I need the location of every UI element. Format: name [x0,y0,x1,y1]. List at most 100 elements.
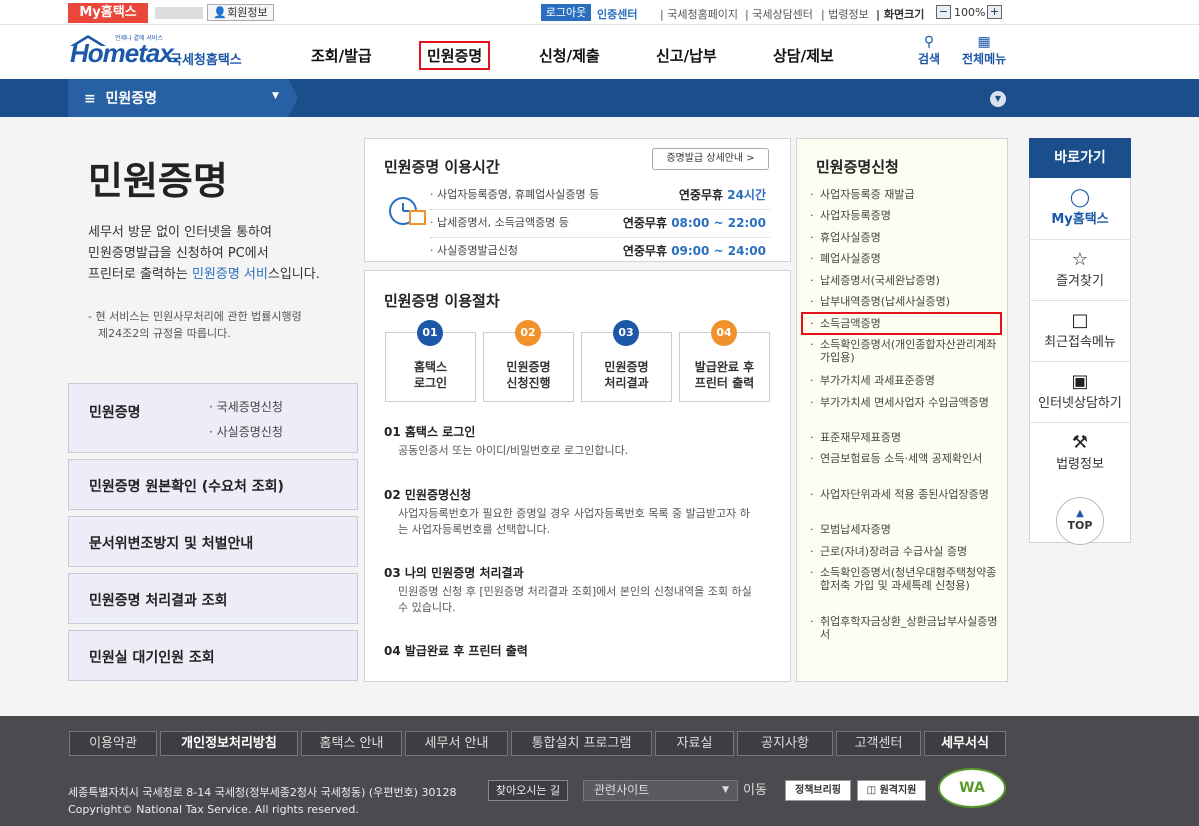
quick-favorites[interactable]: ☆ 즐겨찾기 [1029,239,1131,300]
apply-item[interactable]: · 부가가치세 과세표준증명 [810,374,998,387]
apply-item[interactable]: · 휴업사실증명 [810,231,998,244]
apply-item[interactable]: · 근로(자녀)장려금 수급사실 증명 [810,545,998,558]
proc-desc-title-2: 02 민원증명신청 [384,488,472,502]
zoom-out-button[interactable]: − [936,5,951,19]
quick-item-label: My홈택스 [1051,212,1109,227]
grid-icon: ▦ [977,34,991,50]
proc-desc-text-1: 공동인증서 또는 아이디/비밀번호로 로그인합니다. [398,444,629,457]
quick-item-label: 즐겨찾기 [1056,274,1104,289]
logout-button[interactable]: 로그아웃 [541,4,591,21]
left-menu-civil-cert[interactable]: 민원증명 · 국세증명신청 · 사실증명신청 [68,383,358,453]
cert-apply-title: 민원증명신청 [816,158,899,176]
footer-taxoffice-guide[interactable]: 세무서 안내 [405,731,508,756]
search-label: 검색 [918,52,941,66]
apply-item[interactable]: · 모범납세자증명 [810,523,998,536]
intro-text-1: 세무서 방문 없이 인터넷을 통하여 [88,225,272,240]
policy-briefing-button[interactable]: 정책브리핑 [785,780,851,801]
footer-customer-center[interactable]: 고객센터 [836,731,921,756]
all-menu-button[interactable]: ▦ 전체메뉴 [962,34,1006,67]
quick-recent-menu[interactable]: □ 최근접속메뉴 [1029,300,1131,361]
apply-item[interactable]: · 연금보험료등 소득·세액 공제확인서 [810,452,998,465]
zoom-in-button[interactable]: + [987,5,1002,19]
law-info-link[interactable]: | 법령정보 [821,6,869,22]
step-line1: 홈택스 [413,360,448,374]
step-line2: 프린터 출력 [694,376,755,390]
apply-item[interactable]: · 납부내역증명(납세사실증명) [810,295,998,308]
caret-down-icon: ▼ [722,785,729,795]
apply-item[interactable]: · 사업자등록증 재발급 [810,188,998,201]
quick-law-info[interactable]: ⚒ 법령정보 [1029,422,1131,483]
quick-online-consult[interactable]: ▣ 인터넷상담하기 [1029,361,1131,422]
cert-center-link[interactable]: 인증센터 [597,6,637,22]
footer-privacy[interactable]: 개인정보처리방침 [160,731,298,756]
apply-item[interactable]: · 사업자등록증명 [810,209,998,222]
apply-item[interactable]: · 폐업사실증명 [810,252,998,265]
footer-hometax-guide[interactable]: 홈택스 안내 [301,731,402,756]
quick-item-label: 법령정보 [1056,457,1104,472]
footer-terms[interactable]: 이용약관 [69,731,157,756]
apply-item[interactable]: · 표준재무제표증명 [810,431,998,444]
quick-item-label: 인터넷상담하기 [1038,396,1122,411]
quick-item-label: 최근접속메뉴 [1044,335,1116,350]
gnb-apply-submit[interactable]: 신청/제출 [539,45,600,66]
intro-note-1: - 현 서비스는 민원사무처리에 관한 법률시행령 [88,310,302,323]
clock-calendar-icon [389,197,426,225]
member-info-label: 회원정보 [227,6,268,19]
findway-button[interactable]: 찾아오시는 길 [488,780,568,801]
quick-my-hometax[interactable]: ◯ My홈택스 [1029,178,1131,239]
footer-archive[interactable]: 자료실 [655,731,734,756]
apply-item[interactable]: · 납세증명서(국세완납증명) [810,274,998,287]
intro-text-2: 민원증명발급을 신청하여 PC에서 [88,246,269,261]
search-button[interactable]: ⚲ 검색 [918,34,940,67]
footer-tax-forms[interactable]: 세무서식 [924,731,1006,756]
chevron-down-icon[interactable]: ▼ [990,91,1006,107]
apply-item[interactable]: · 부가가치세 면세사업자 수입금액증명 [810,396,998,409]
gnb-inquiry[interactable]: 조회/발급 [311,45,372,66]
national-tax-cert-link[interactable]: · 국세증명신청 [209,398,283,415]
apply-item[interactable]: · 사업자단위과세 적용 종된사업장증명 [810,488,998,501]
apply-item[interactable]: · 취업후학자금상환_상환금납부사실증명서 [810,615,998,641]
intro-note-2: 제24조2의 규정을 따릅니다. [98,327,231,340]
recent-icon: □ [1071,310,1089,331]
highlight-frame [801,312,1002,335]
related-site-select[interactable]: 관련사이트 ▼ [583,780,738,801]
remote-label: 원격지원 [879,785,917,796]
consult-center-link[interactable]: | 국세상담센터 [745,6,813,22]
scroll-top-button[interactable]: ▲ TOP [1056,497,1104,545]
time-row-2: · 납세증명서, 소득금액증명 등 연중무휴 08:00 ~ 22:00 [430,214,770,238]
left-menu-waiting-count[interactable]: 민원실 대기인원 조회 [68,630,358,681]
screen-size-label: | 화면크기 [876,8,925,21]
usage-procedure-title: 민원증명 이용절차 [384,292,500,310]
gnb-report-pay[interactable]: 신고/납부 [656,45,717,66]
remote-support-button[interactable]: ◫ 원격지원 [857,780,926,801]
top-label: TOP [1067,519,1093,532]
apply-item[interactable]: · 소득확인증명서(청년우대형주택청약종합저축 가입 및 과세특례 신청용) [810,566,998,592]
nts-homepage-link[interactable]: | 국세청홈페이지 [660,6,738,22]
apply-item[interactable]: · 소득확인증명서(개인종합자산관리계좌 가입용) [810,338,998,364]
my-hometax-badge[interactable]: My홈택스 [68,3,148,23]
left-menu-result-lookup[interactable]: 민원증명 처리결과 조회 [68,573,358,624]
gnb-consult[interactable]: 상담/제보 [773,45,834,66]
fact-cert-link[interactable]: · 사실증명신청 [209,423,283,440]
footer-notice[interactable]: 공지사항 [737,731,833,756]
logo-tagline: 언제나 곁에 서비스 [115,35,163,42]
time-row-value: 09:00 ~ 24:00 [671,244,766,258]
footer-install-program[interactable]: 통합설치 프로그램 [511,731,652,756]
gnb-civil-cert[interactable]: 민원증명 [419,41,491,70]
member-info-button[interactable]: 👤회원정보 [207,4,274,21]
logo-subtitle: 국세청홈택스 [170,53,242,68]
left-menu-forgery-guide[interactable]: 문서위변조방지 및 처벌안내 [68,516,358,567]
cert-detail-button[interactable]: 증명발급 상세안내 > [652,148,769,170]
proc-desc-title-1: 01 홈택스 로그인 [384,425,476,439]
proc-desc-title-4: 04 발급완료 후 프린터 출력 [384,644,528,658]
footer-copyright: Copyright© National Tax Service. All rig… [68,803,359,816]
left-menu-label: 민원증명 [89,405,141,421]
time-row-1: · 사업자등록증명, 휴폐업사실증명 등 연중무휴 24시간 [430,186,770,210]
page-title: 민원증명 [88,159,228,203]
related-site-go-button[interactable]: 이동 [743,780,775,801]
proc-desc-text-2: 사업자등록번호가 필요한 증명일 경우 사업자등록번호 목록 중 발급받고자 하… [398,507,750,536]
step-line1: 민원증명 [506,360,551,374]
left-menu-original-check[interactable]: 민원증명 원본확인 (수요처 조회) [68,459,358,510]
time-row-prefix: 연중무휴 [622,216,672,230]
step-line1: 발급완료 후 [694,360,755,374]
